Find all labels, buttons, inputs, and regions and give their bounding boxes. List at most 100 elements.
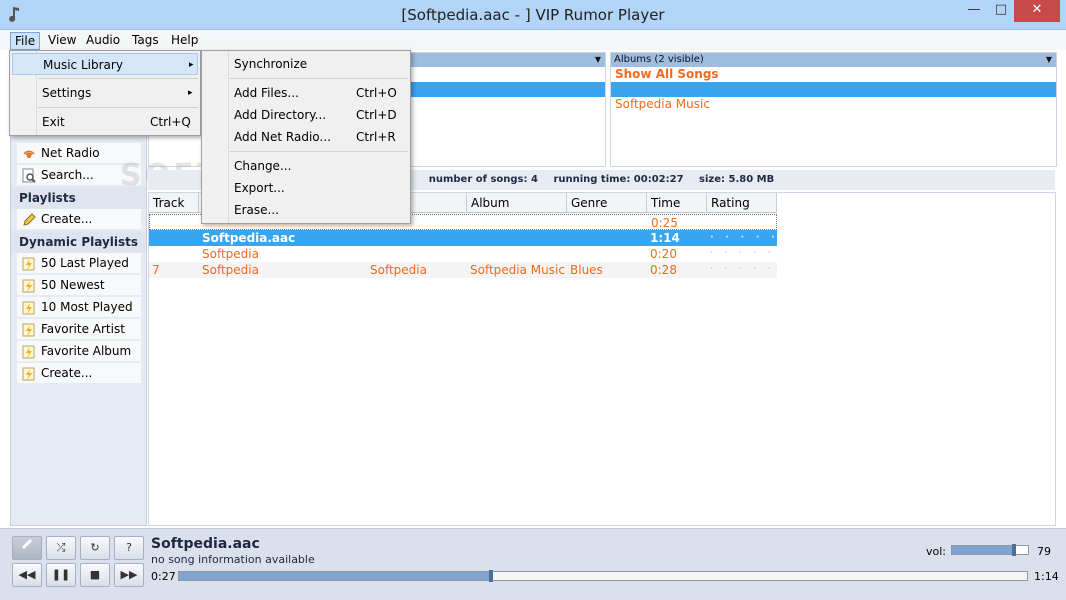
column-rating[interactable]: Rating [707,193,777,213]
menu-audio[interactable]: Audio [82,32,124,50]
lightning-pencil-icon [22,367,35,380]
cell-time: 0:25 [651,216,678,230]
albums-pane[interactable]: Albums (2 visible) ▼ Show All Songs Soft… [610,52,1057,167]
menu-item-music-library[interactable]: Music Library ▸ [12,53,198,75]
repeat-button[interactable]: ↻ [80,536,110,560]
dropdown-arrow-icon[interactable]: ▼ [1046,53,1052,67]
menu-shortcut: Ctrl+D [356,108,397,122]
menu-item-label: Exit [42,115,65,129]
disc-icon [21,538,33,550]
cell-time: 0:20 [650,247,677,261]
cell-rating[interactable]: · · · · · [707,246,777,262]
menu-item-label: Add Net Radio... [234,130,331,144]
menu-view[interactable]: View [44,32,80,50]
column-genre[interactable]: Genre [567,193,647,213]
volume-slider-handle[interactable] [1012,544,1016,556]
help-icon: ? [126,541,132,554]
menu-item-settings[interactable]: Settings ▸ [12,82,198,104]
cell-title: Softpedia.aac [202,231,296,245]
table-row[interactable]: 7 Softpedia Softpedia Softpedia Music Bl… [149,262,777,278]
menu-item-add-net-radio[interactable]: Add Net Radio... Ctrl+R [204,126,408,148]
sidebar-item-label: 50 Last Played [41,256,129,270]
menu-separator [38,107,198,108]
column-track[interactable]: Track [149,193,199,213]
albums-pane-title: Albums (2 visible) [614,54,704,65]
menu-item-label: Add Files... [234,86,299,100]
album-item[interactable]: Softpedia Music [611,97,1056,112]
library-size: size: 5.80 MB [699,174,775,185]
sidebar-item-dynamic-playlist[interactable]: Favorite Artist [17,319,141,339]
next-button[interactable]: ▶▶ [114,563,144,587]
table-row[interactable]: Softpedia 0:20 · · · · · [149,246,777,262]
maximize-button[interactable]: □ [988,0,1014,22]
minimize-button[interactable]: — [960,0,988,22]
sidebar-item-dynamic-playlist[interactable]: Favorite Album [17,341,141,361]
table-row-selected[interactable]: Softpedia.aac 1:14 · · · · · [149,230,777,246]
column-time[interactable]: Time [647,193,707,213]
previous-button[interactable]: ◀◀ [12,563,42,587]
info-button[interactable]: ? [114,536,144,560]
sidebar-item-label: 50 Newest [41,278,105,292]
menu-item-synchronize[interactable]: Synchronize [204,53,408,75]
track-table[interactable]: Track Album Genre Time Rating 0:25 Softp… [148,192,1056,526]
menu-item-label: Add Directory... [234,108,327,122]
cell-genre: Blues [570,263,603,277]
file-menu: Music Library ▸ Settings ▸ Exit Ctrl+Q [9,50,201,136]
sidebar-item-playlist-create[interactable]: Create... [17,209,141,229]
repeat-icon: ↻ [90,541,100,554]
pause-icon: ❚❚ [51,568,71,581]
search-icon [22,168,36,183]
column-album[interactable]: Album [467,193,567,213]
menu-item-export[interactable]: Export... [204,177,408,199]
sidebar-item-label: Net Radio [41,146,100,160]
pause-button[interactable]: ❚❚ [46,563,76,587]
cell-rating[interactable]: · · · · · [707,230,777,246]
menu-item-add-directory[interactable]: Add Directory... Ctrl+D [204,104,408,126]
pane-row-selected[interactable] [611,82,1056,97]
sidebar-item-label: Create... [41,212,93,226]
window-title: [Softpedia.aac - ] VIP Rumor Player [401,6,665,24]
menu-item-erase[interactable]: Erase... [204,199,408,221]
stop-icon: ■ [89,568,101,581]
stop-button[interactable]: ■ [80,563,110,587]
pencil-icon [23,212,36,226]
music-library-submenu: Synchronize Add Files... Ctrl+O Add Dire… [201,50,411,224]
show-all-songs[interactable]: Show All Songs [611,67,1056,82]
albums-pane-header[interactable]: Albums (2 visible) ▼ [611,53,1056,67]
menu-file[interactable]: File [10,32,41,50]
menu-item-change[interactable]: Change... [204,155,408,177]
running-time: running time: 00:02:27 [553,174,684,185]
menu-help[interactable]: Help [167,32,202,50]
menu-separator [230,78,408,79]
sidebar-item-dynamic-create[interactable]: Create... [17,363,141,383]
menu-item-label: Music Library [43,58,123,72]
shuffle-button[interactable]: ⤮ [46,536,76,560]
cell-time: 0:28 [650,263,677,277]
volume-slider[interactable] [951,544,1029,556]
cell-rating[interactable]: · · · · · [707,262,777,278]
menu-tags[interactable]: Tags [128,32,163,50]
mode-button[interactable] [12,536,42,560]
title-bar: [Softpedia.aac - ] VIP Rumor Player — □ … [0,0,1066,30]
menu-item-add-files[interactable]: Add Files... Ctrl+O [204,82,408,104]
song-count: number of songs: 4 [428,174,538,185]
volume-slider-fill [952,546,1012,554]
seek-bar-handle[interactable] [489,570,493,582]
sidebar-item-dynamic-playlist[interactable]: 50 Last Played [17,253,141,273]
close-button[interactable]: ✕ [1014,0,1060,22]
sidebar-item-dynamic-playlist[interactable]: 50 Newest [17,275,141,295]
dropdown-arrow-icon[interactable]: ▼ [595,53,601,67]
menu-separator [38,78,198,79]
lightning-playlist-icon [22,279,35,292]
sidebar-item-dynamic-playlist[interactable]: 10 Most Played [17,297,141,317]
lightning-playlist-icon [22,257,35,270]
lightning-playlist-icon [22,345,35,358]
lightning-playlist-icon [22,301,35,314]
menu-shortcut: Ctrl+R [356,130,396,144]
menu-item-exit[interactable]: Exit Ctrl+Q [12,111,198,133]
sidebar-item-label: Favorite Album [41,344,132,358]
cell-title: Softpedia [202,263,259,277]
volume-value: 79 [1037,545,1051,558]
seek-bar[interactable] [178,570,1028,582]
menu-item-label: Settings [42,86,92,100]
